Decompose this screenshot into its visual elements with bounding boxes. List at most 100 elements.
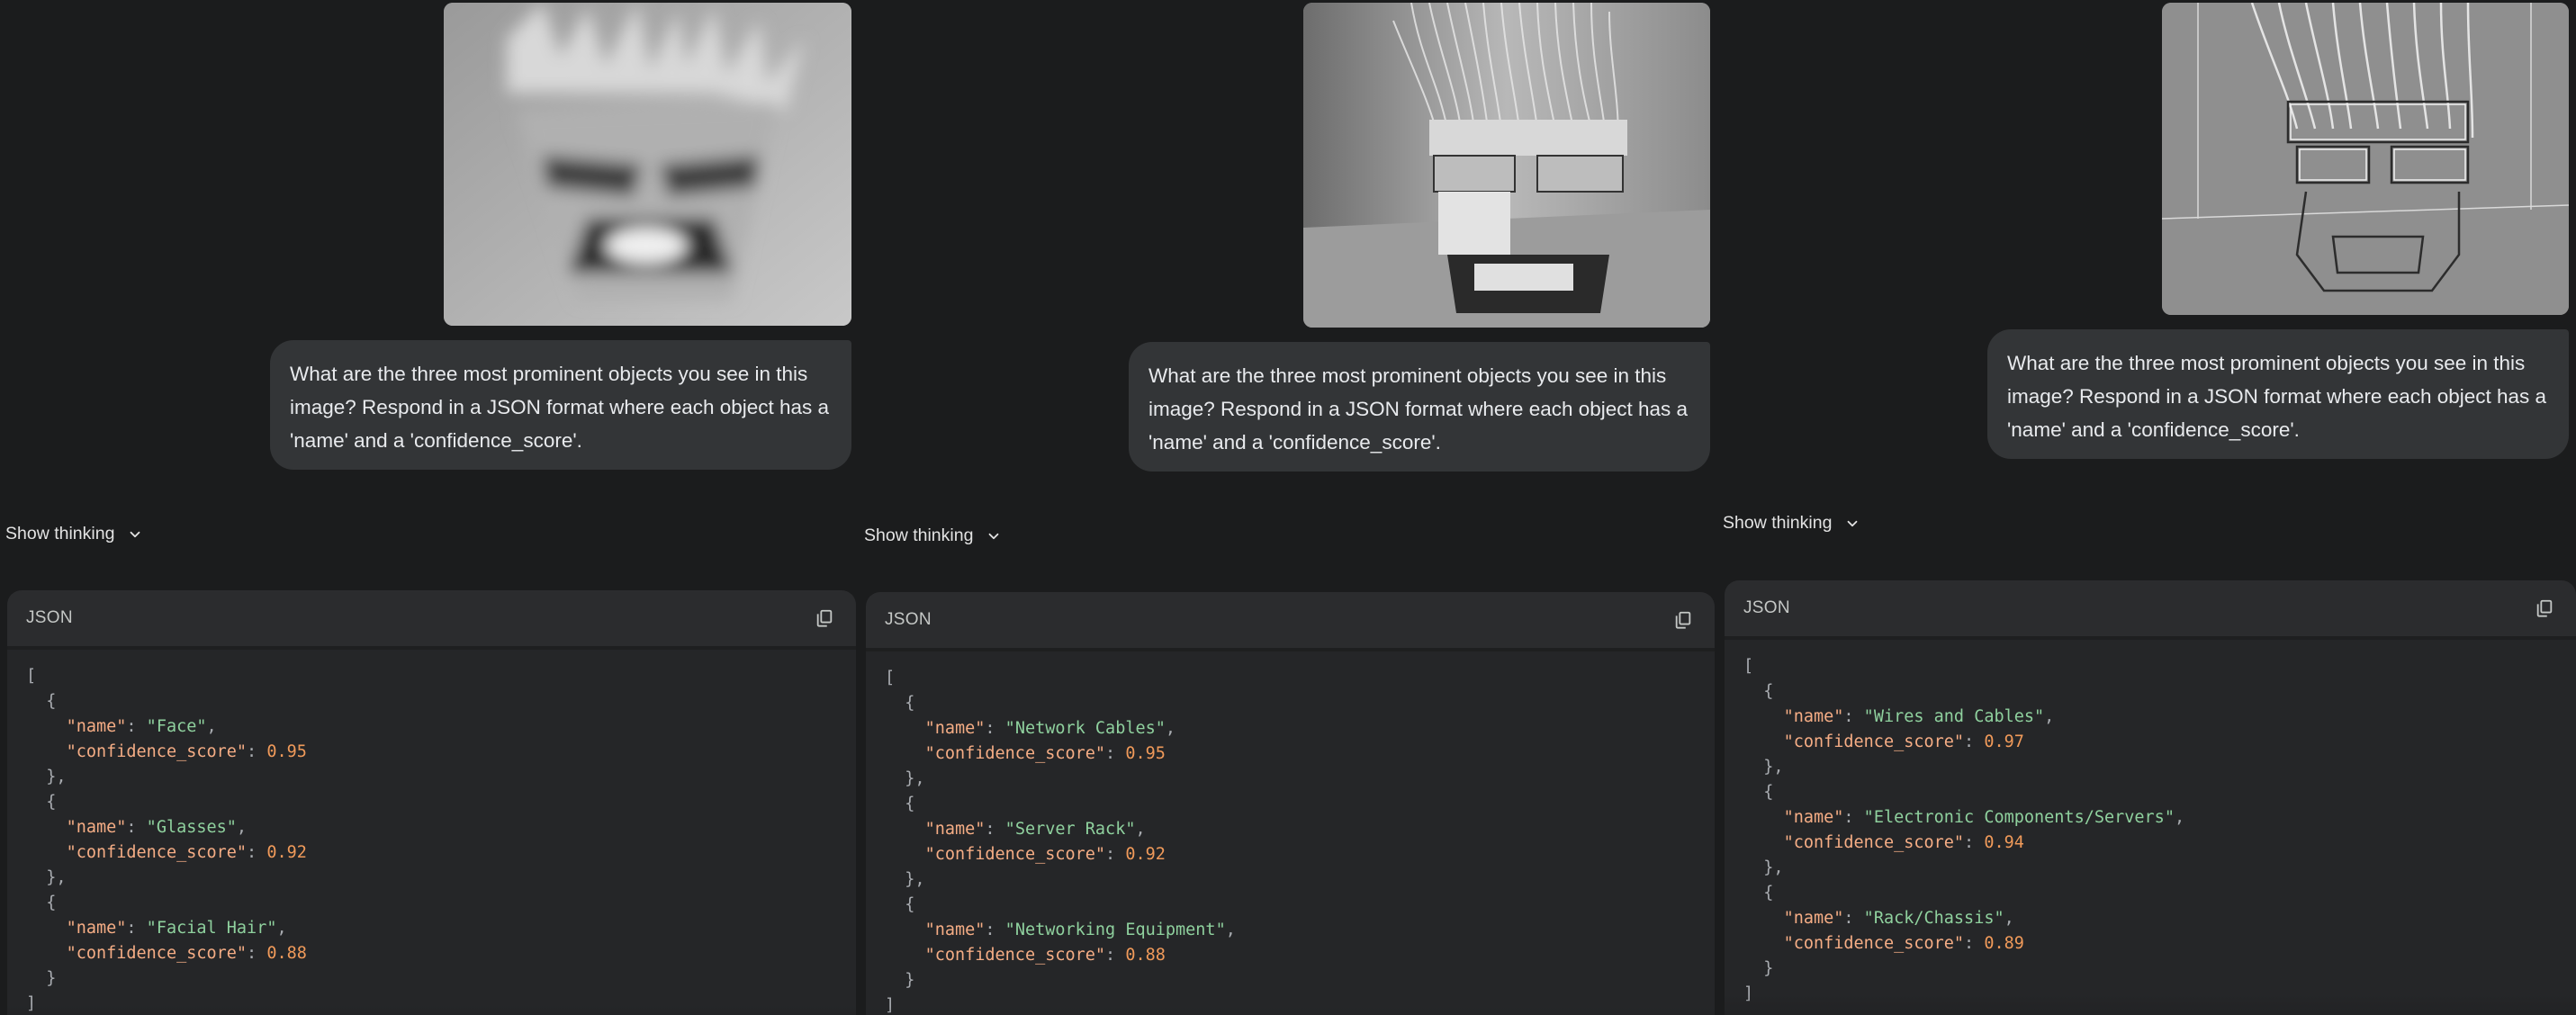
show-thinking-toggle[interactable]: Show thinking <box>5 524 143 544</box>
json-name-value: "Electronic Components/Servers" <box>1863 808 2175 827</box>
code-token: { <box>46 692 57 711</box>
copy-code-button[interactable] <box>1671 607 1696 633</box>
json-key: "confidence_score" <box>1783 732 1965 751</box>
json-key: "name" <box>924 820 986 839</box>
code-token: { <box>905 795 915 813</box>
show-thinking-label: Show thinking <box>864 525 974 545</box>
json-key: "confidence_score" <box>66 742 248 761</box>
user-prompt-bubble: What are the three most prominent object… <box>1987 329 2569 459</box>
json-key: "name" <box>924 719 986 738</box>
code-token: }, <box>905 769 925 788</box>
json-name-value: "Glasses" <box>146 818 237 837</box>
code-language-label: JSON <box>26 608 73 627</box>
json-key: "confidence_score" <box>924 845 1106 864</box>
code-content: [ { "name": "Face", "confidence_score": … <box>7 650 856 1015</box>
code-token: }, <box>1763 858 1784 877</box>
json-key: "name" <box>924 921 986 939</box>
user-prompt-bubble: What are the three most prominent object… <box>1129 342 1710 472</box>
json-code-block: JSON [ { "name": "Face", "confidence_sco… <box>7 590 856 1015</box>
chat-column-2: What are the three most prominent object… <box>859 0 1715 1015</box>
json-name-value: "Network Cables" <box>1004 719 1166 738</box>
json-key: "confidence_score" <box>1783 833 1965 852</box>
copy-icon <box>816 609 833 627</box>
json-score-value: 0.92 <box>1125 845 1166 864</box>
json-score-value: 0.95 <box>266 742 307 761</box>
json-score-value: 0.88 <box>1125 946 1166 965</box>
code-token: } <box>905 971 915 990</box>
code-token: ] <box>885 996 896 1015</box>
user-prompt-bubble: What are the three most prominent object… <box>270 340 851 470</box>
code-block-header: JSON <box>1725 580 2576 636</box>
code-token: }, <box>905 870 925 889</box>
json-key: "name" <box>1783 808 1844 827</box>
code-token: { <box>46 894 57 912</box>
uploaded-image-3[interactable] <box>2162 3 2569 315</box>
code-token: [ <box>26 667 37 686</box>
show-thinking-label: Show thinking <box>5 524 115 543</box>
code-token: { <box>1763 682 1774 701</box>
json-score-value: 0.97 <box>1984 732 2024 751</box>
json-key: "name" <box>66 919 127 938</box>
json-name-value: "Wires and Cables" <box>1863 707 2045 726</box>
json-key: "name" <box>66 717 127 736</box>
comparison-screen: What are the three most prominent object… <box>0 0 2576 1015</box>
chevron-down-icon <box>1848 520 1858 526</box>
code-block-header: JSON <box>7 590 856 646</box>
json-name-value: "Facial Hair" <box>146 919 277 938</box>
chat-column-1: What are the three most prominent object… <box>0 0 856 1015</box>
chat-column-3: What are the three most prominent object… <box>1717 0 2576 1015</box>
code-token: { <box>905 694 915 713</box>
code-language-label: JSON <box>885 610 932 629</box>
chevron-down-icon <box>989 533 999 539</box>
copy-icon <box>1675 611 1691 629</box>
code-token: { <box>1763 884 1774 903</box>
json-score-value: 0.88 <box>266 944 307 963</box>
code-token: [ <box>1743 657 1754 676</box>
json-key: "name" <box>66 818 127 837</box>
copy-code-button[interactable] <box>2532 596 2557 621</box>
code-content: [ { "name": "Network Cables", "confidenc… <box>866 651 1715 1015</box>
code-block-header: JSON <box>866 592 1715 648</box>
show-thinking-toggle[interactable]: Show thinking <box>1723 513 1860 534</box>
code-token: }, <box>46 868 67 887</box>
json-score-value: 0.92 <box>266 843 307 862</box>
json-key: "confidence_score" <box>924 744 1106 763</box>
uploaded-image-1[interactable] <box>444 3 851 326</box>
json-key: "name" <box>1783 707 1844 726</box>
json-score-value: 0.95 <box>1125 744 1166 763</box>
user-prompt-text: What are the three most prominent object… <box>290 363 830 452</box>
code-language-label: JSON <box>1743 598 1790 617</box>
user-prompt-text: What are the three most prominent object… <box>2007 352 2547 441</box>
json-name-value: "Face" <box>146 717 207 736</box>
copy-code-button[interactable] <box>812 606 837 631</box>
uploaded-image-2[interactable] <box>1303 3 1710 328</box>
show-thinking-label: Show thinking <box>1723 513 1833 533</box>
show-thinking-toggle[interactable]: Show thinking <box>864 525 1002 546</box>
json-score-value: 0.94 <box>1984 833 2024 852</box>
code-token: ] <box>26 994 37 1013</box>
code-token: { <box>905 895 915 914</box>
json-name-value: "Rack/Chassis" <box>1863 909 2004 928</box>
json-key: "confidence_score" <box>924 946 1106 965</box>
json-key: "confidence_score" <box>66 944 248 963</box>
code-token: }, <box>1763 758 1784 777</box>
code-token: { <box>46 793 57 812</box>
copy-icon <box>2536 599 2553 617</box>
json-key: "name" <box>1783 909 1844 928</box>
json-key: "confidence_score" <box>1783 934 1965 953</box>
code-token: } <box>1763 959 1774 978</box>
code-content: [ { "name": "Wires and Cables", "confide… <box>1725 640 2576 1015</box>
chevron-down-icon <box>131 531 140 537</box>
json-code-block: JSON [ { "name": "Network Cables", "conf… <box>866 592 1715 1015</box>
code-token: [ <box>885 669 896 687</box>
json-score-value: 0.89 <box>1984 934 2024 953</box>
code-token: { <box>1763 783 1774 802</box>
code-token: }, <box>46 768 67 786</box>
code-token: ] <box>1743 984 1754 1003</box>
json-name-value: "Server Rack" <box>1004 820 1136 839</box>
json-key: "confidence_score" <box>66 843 248 862</box>
json-code-block: JSON [ { "name": "Wires and Cables", "co… <box>1725 580 2576 1015</box>
user-prompt-text: What are the three most prominent object… <box>1148 364 1689 454</box>
code-token: } <box>46 969 57 988</box>
json-name-value: "Networking Equipment" <box>1004 921 1226 939</box>
